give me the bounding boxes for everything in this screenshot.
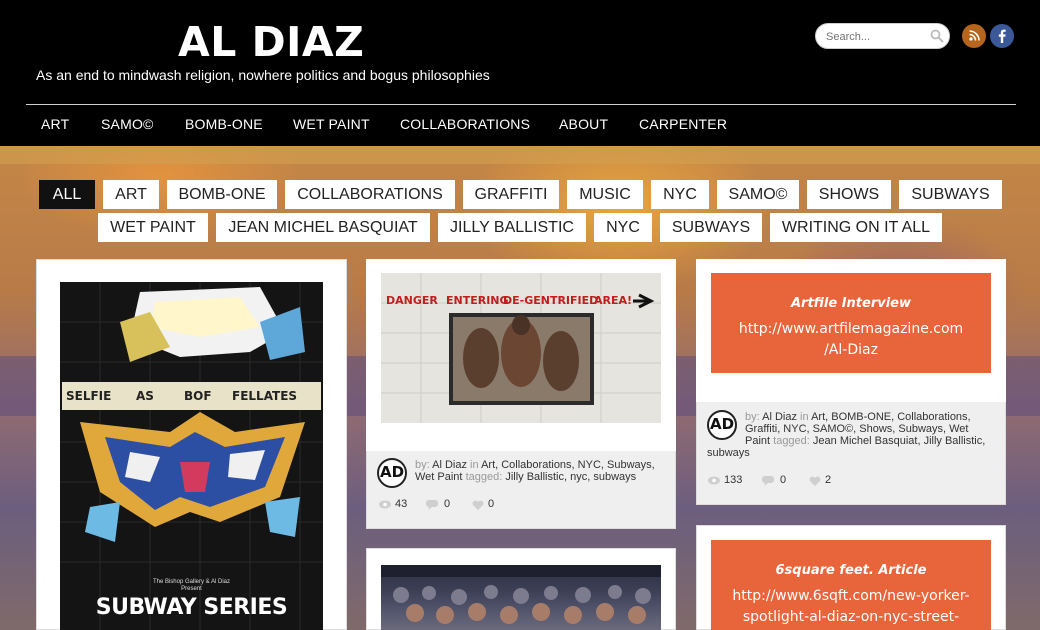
filter-writing-on-it-all[interactable]: WRITING ON IT ALL — [770, 213, 942, 242]
site-title[interactable]: AL DIAZ — [178, 18, 364, 66]
filter-bomb-one[interactable]: BOMB-ONE — [167, 180, 277, 209]
artfile-quote-block[interactable]: Artfile Interview http://www.artfilemaga… — [711, 273, 991, 373]
meta-tagged-label: tagged: — [465, 471, 503, 483]
views-count: 133 — [724, 474, 743, 486]
comments-icon[interactable] — [762, 476, 776, 486]
likes-count: 2 — [825, 474, 832, 486]
filter-jean-michel-basquiat[interactable]: JEAN MICHEL BASQUIAT — [216, 213, 430, 242]
filter-wet-paint[interactable]: WET PAINT — [98, 213, 208, 242]
rss-button[interactable] — [962, 24, 986, 48]
poster-word-bof: BOF — [184, 389, 212, 403]
filter-samo[interactable]: SAMO© — [717, 180, 799, 209]
sixsqft-url-line2[interactable]: spotlight-al-diaz-on-nyc-street- — [711, 607, 991, 628]
sixsqft-url-line1[interactable]: http://www.6sqft.com/new-yorker- — [711, 586, 991, 607]
poster-word-as: AS — [136, 389, 154, 403]
meta-categories-line1[interactable]: Art, BOMB-ONE, Collaborations, — [811, 411, 971, 423]
danger-sign-word-4: AREA! — [594, 294, 633, 307]
sixsqft-title[interactable]: 6square feet. Article — [711, 563, 991, 578]
comments-icon[interactable] — [426, 500, 440, 510]
poster-artwork — [60, 282, 323, 630]
meta-categories-line2[interactable]: Graffiti, NYC, SAMO©, Shows, Subways, We… — [745, 423, 969, 435]
nav-item-about[interactable]: ABOUT — [559, 116, 608, 132]
heart-icon[interactable] — [472, 500, 484, 510]
comments-count: 0 — [780, 474, 787, 486]
poster-gallery-line1: The Bishop Gallery & Al Diaz — [152, 579, 231, 585]
author-avatar[interactable]: AD — [377, 458, 407, 488]
views-icon — [708, 476, 720, 485]
nav-item-samo[interactable]: SAMO© — [101, 116, 154, 132]
artfile-url[interactable]: http://www.artfilemagazine.com /Al-Diaz — [711, 319, 991, 361]
post-meta-artfile-tags2: subways — [707, 447, 807, 459]
danger-sign-word-2: ENTERING — [446, 294, 509, 307]
poster-gallery-line2: Present — [181, 586, 202, 592]
filter-all[interactable]: ALL — [39, 180, 95, 209]
nav-item-carpenter[interactable]: CARPENTER — [639, 116, 727, 132]
filter-jilly-ballistic[interactable]: JILLY BALLISTIC — [438, 213, 586, 242]
nav-item-wet-paint[interactable]: WET PAINT — [293, 116, 370, 132]
meta-categories-line3[interactable]: Paint — [745, 435, 770, 447]
facebook-icon — [998, 29, 1006, 43]
views-icon — [379, 500, 391, 509]
hero-band — [0, 146, 1040, 164]
poster-title: SUBWAY SERIES — [95, 595, 288, 620]
filter-art[interactable]: ART — [103, 180, 159, 209]
search-input[interactable] — [826, 28, 926, 46]
filter-nyc[interactable]: NYC — [651, 180, 709, 209]
meta-tags-line2[interactable]: subways — [707, 447, 750, 459]
artfile-url-line1[interactable]: http://www.artfilemagazine.com — [711, 319, 991, 340]
crowd-photo[interactable] — [381, 565, 661, 630]
filter-graffiti[interactable]: GRAFFITI — [463, 180, 559, 209]
meta-tags-links[interactable]: Jilly Ballistic, nyc, subways — [505, 471, 636, 483]
danger-sign-word-1: DANGER — [386, 294, 438, 307]
subway-series-poster-image[interactable]: SELFIE AS BOF FELLATES The Bishop Galler… — [60, 282, 323, 630]
meta-in-label: in — [470, 459, 479, 471]
nav-item-art[interactable]: ART — [41, 116, 69, 132]
search-box[interactable] — [815, 23, 950, 49]
site-tagline: As an end to mindwash religion, nowhere … — [36, 67, 490, 83]
post-meta-artfile: by: Al Diaz in Art, BOMB-ONE, Collaborat… — [745, 411, 1000, 447]
filter-subways-2[interactable]: SUBWAYS — [660, 213, 762, 242]
poster-word-selfie: SELFIE — [66, 389, 112, 403]
rss-icon — [969, 30, 980, 41]
sixsqft-quote-block[interactable]: 6square feet. Article http://www.6sqft.c… — [711, 540, 991, 630]
search-icon[interactable] — [930, 29, 944, 43]
meta-author-link[interactable]: Al Diaz — [432, 459, 467, 471]
facebook-button[interactable] — [990, 24, 1014, 48]
nav-item-bomb-one[interactable]: BOMB-ONE — [185, 116, 263, 132]
artfile-title[interactable]: Artfile Interview — [711, 296, 991, 311]
artfile-url-line2[interactable]: /Al-Diaz — [711, 340, 991, 361]
filter-shows[interactable]: SHOWS — [807, 180, 891, 209]
meta-categories-links-2[interactable]: Wet Paint — [415, 471, 463, 483]
main-nav: ART SAMO© BOMB-ONE WET PAINT COLLABORATI… — [0, 105, 1040, 145]
meta-tags-line1[interactable]: Jean Michel Basquiat, Jilly Ballistic, — [813, 435, 985, 447]
author-avatar-initials: AD — [709, 415, 735, 433]
meta-in-label: in — [800, 411, 809, 423]
poster-gallery-credit: The Bishop Gallery & Al Diaz Present — [60, 579, 323, 593]
likes-count: 0 — [488, 498, 495, 510]
post-meta-danger: by: Al Diaz in Art, Collaborations, NYC,… — [415, 459, 670, 483]
danger-sign-word-3: DE-GENTRIFIED — [503, 294, 599, 307]
meta-categories-links[interactable]: Art, Collaborations, NYC, Subways, — [481, 459, 655, 471]
filter-nyc-2[interactable]: NYC — [594, 213, 652, 242]
filter-music[interactable]: MUSIC — [567, 180, 643, 209]
comments-count: 0 — [444, 498, 451, 510]
author-avatar[interactable]: AD — [707, 410, 737, 440]
nav-item-collaborations[interactable]: COLLABORATIONS — [400, 116, 530, 132]
meta-by-label: by: — [415, 459, 430, 471]
views-count: 43 — [395, 498, 408, 510]
filter-collaborations[interactable]: COLLABORATIONS — [285, 180, 455, 209]
meta-by-label: by: — [745, 411, 760, 423]
meta-author-link[interactable]: Al Diaz — [762, 411, 797, 423]
meta-tagged-label: tagged: — [773, 435, 810, 447]
sixsqft-url[interactable]: http://www.6sqft.com/new-yorker- spotlig… — [711, 586, 991, 628]
filter-subways[interactable]: SUBWAYS — [899, 180, 1002, 209]
author-avatar-initials: AD — [379, 463, 405, 481]
heart-icon[interactable] — [809, 476, 821, 486]
crowd-photo-art — [381, 565, 661, 624]
poster-word-fellates: FELLATES — [232, 389, 298, 403]
site-header: AL DIAZ As an end to mindwash religion, … — [0, 0, 1040, 146]
